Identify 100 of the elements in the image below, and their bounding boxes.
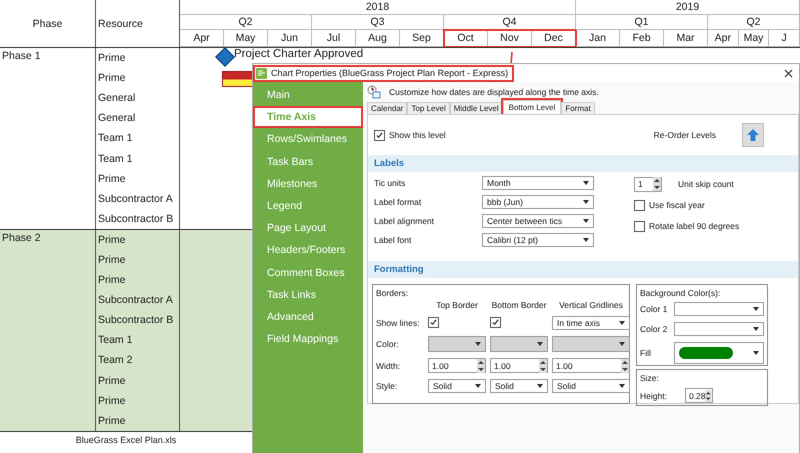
field-label: Label format — [374, 197, 422, 207]
caret-icon — [619, 321, 625, 325]
caret-icon — [753, 307, 759, 311]
tab[interactable]: Format — [561, 102, 595, 114]
checkbox[interactable] — [634, 200, 645, 210]
field-label: Style: — [376, 381, 398, 391]
group-title: Borders: — [376, 288, 408, 298]
group-title: Size: — [640, 373, 659, 383]
dropdown[interactable]: bbb (Jun) — [482, 195, 594, 209]
resource-cell-text: General — [97, 91, 136, 106]
close-icon[interactable] — [784, 68, 793, 78]
month-header: Oct — [444, 30, 488, 47]
calendar-clock-icon — [367, 85, 381, 99]
checkbox-label: Use fiscal year — [649, 200, 705, 210]
field-label: Show lines: — [376, 318, 420, 328]
resource-cell-text: Subcontractor B — [97, 212, 174, 227]
resource-cell-text: Prime — [97, 51, 126, 66]
spinner-arrows-icon[interactable] — [539, 358, 547, 372]
dropdown[interactable]: Solid — [490, 379, 548, 393]
color-picker[interactable] — [552, 336, 630, 352]
color-picker[interactable] — [428, 336, 486, 352]
month-header: May — [738, 30, 770, 47]
tab[interactable]: Top Level — [407, 102, 450, 114]
quarter-header: Q2 — [708, 15, 800, 30]
section-header: Formatting — [368, 261, 798, 278]
caret-icon — [753, 327, 759, 331]
month-header: Sep — [400, 30, 444, 47]
resource-cell-text: Prime — [97, 414, 126, 429]
resource-cell-text: Prime — [97, 252, 126, 268]
month-header: Dec — [532, 30, 576, 47]
quarter-header: Q3 — [312, 15, 444, 30]
month-header: Mar — [664, 30, 708, 47]
resource-cell-text: Prime — [97, 273, 126, 288]
resource-cell-text: Prime — [97, 232, 126, 248]
caret-icon — [753, 351, 759, 355]
spinner-field[interactable]: 1.00 — [490, 358, 548, 373]
quarter-header: Q2 — [180, 15, 312, 30]
phase-label: Phase 1 — [2, 50, 41, 62]
spinner-arrows-icon[interactable] — [621, 358, 629, 372]
dropdown[interactable]: Center between tics — [482, 214, 594, 228]
dropdown[interactable]: Solid — [552, 379, 630, 393]
file-name: BlueGrass Excel Plan.xls — [76, 434, 176, 445]
checkbox-label: Rotate label 90 degrees — [649, 221, 740, 231]
reorder-label: Re-Order Levels — [654, 130, 716, 140]
spinner-field[interactable]: 0.28 — [684, 388, 713, 403]
color-picker[interactable] — [674, 342, 764, 364]
resource-cell-text: Prime — [97, 374, 126, 389]
spinner-arrows-icon[interactable] — [653, 177, 661, 191]
field-label: Label alignment — [374, 216, 436, 226]
spinner-field[interactable]: 1.00 — [428, 358, 486, 373]
resource-cell-text: Subcontractor A — [97, 293, 174, 308]
tab[interactable]: Bottom Level — [502, 100, 562, 114]
dropdown[interactable]: Month — [482, 176, 594, 190]
month-header: Jul — [312, 30, 356, 47]
checkbox[interactable] — [374, 130, 385, 140]
year-header: 2019 — [576, 0, 800, 15]
resource-cell-text: Prime — [97, 71, 126, 86]
color-picker[interactable] — [674, 322, 764, 336]
move-up-button[interactable] — [742, 123, 764, 147]
phase-label: Phase 2 — [2, 232, 41, 244]
resource-cell-text: Team 2 — [97, 353, 134, 368]
caret-icon — [583, 238, 589, 242]
spinner-arrows-icon[interactable] — [705, 388, 712, 402]
resource-cell-text: Subcontractor A — [97, 192, 174, 207]
column-label: Top Border — [435, 300, 479, 310]
dropdown[interactable]: In time axis — [552, 316, 630, 330]
caret-icon — [537, 384, 543, 388]
up-arrow-icon — [746, 128, 760, 142]
resource-cell-text: Team 1 — [97, 131, 134, 146]
resource-cell-text: Prime — [97, 172, 126, 187]
tab[interactable]: Middle Level — [450, 102, 503, 114]
caret-icon — [583, 219, 589, 223]
checkbox[interactable] — [428, 317, 439, 328]
month-header: Jan — [576, 30, 620, 47]
app-icon — [256, 68, 267, 78]
caret-icon — [619, 384, 625, 388]
color-picker[interactable] — [490, 336, 548, 352]
caret-icon — [475, 384, 481, 388]
spinner-arrows-icon[interactable] — [477, 358, 485, 372]
tab[interactable]: Calendar — [367, 102, 408, 114]
column-header: Phase — [0, 0, 96, 47]
field-label: Color 2 — [640, 324, 668, 334]
month-header: Jun — [268, 30, 312, 47]
month-header: Aug — [356, 30, 400, 47]
spinner-field[interactable]: 1.00 — [552, 358, 630, 373]
column-label: Vertical Gridlines — [558, 300, 624, 310]
month-header: J — [769, 30, 800, 47]
resource-cell-text: General — [97, 111, 136, 126]
field-label: Height: — [640, 390, 667, 400]
checkbox[interactable] — [634, 220, 645, 232]
dropdown[interactable]: Calibri (12 pt) — [482, 233, 594, 247]
dropdown[interactable]: Solid — [428, 379, 486, 393]
hint-text: Customize how dates are displayed along the time axis. — [389, 87, 599, 97]
column-label: Bottom Border — [490, 300, 548, 310]
year-header: 2018 — [180, 0, 576, 15]
spinner-field[interactable]: 1 — [634, 176, 662, 192]
color-picker[interactable] — [674, 302, 764, 316]
resource-cell-text: Subcontractor B — [97, 313, 174, 328]
month-header: Nov — [488, 30, 532, 47]
checkbox[interactable] — [490, 317, 501, 328]
